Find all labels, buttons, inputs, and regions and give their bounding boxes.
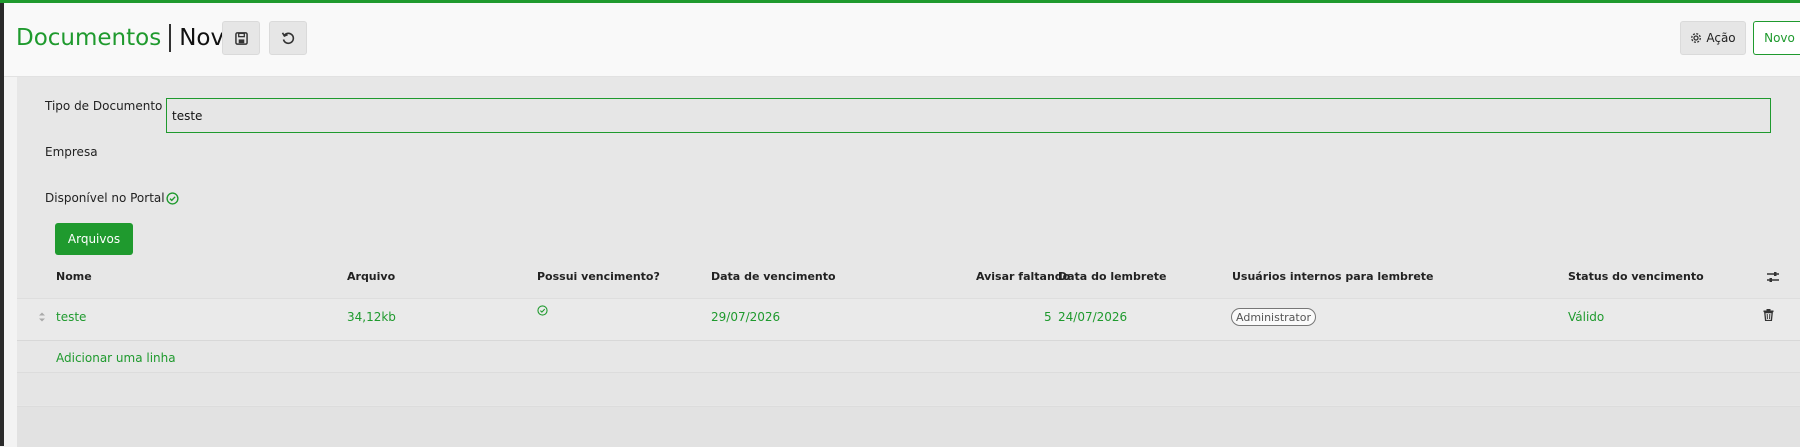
- cell-status[interactable]: Válido: [1568, 310, 1604, 324]
- col-header-usuarios[interactable]: Usuários internos para lembrete: [1232, 270, 1434, 283]
- action-menu-button[interactable]: Ação: [1680, 21, 1746, 55]
- user-tag[interactable]: Administrator: [1231, 308, 1316, 326]
- col-header-status[interactable]: Status do vencimento: [1568, 270, 1704, 283]
- col-header-possui-vencimento[interactable]: Possui vencimento?: [537, 270, 660, 283]
- empty-table-row: [17, 406, 1800, 447]
- new-record-button[interactable]: Novo: [1753, 21, 1800, 55]
- portal-checkbox-check-icon[interactable]: [166, 192, 179, 205]
- col-header-nome[interactable]: Nome: [56, 270, 92, 283]
- tipo-documento-value: teste: [172, 109, 202, 123]
- cell-avisar-faltando[interactable]: 5: [1044, 310, 1052, 324]
- col-header-avisar-faltando[interactable]: Avisar faltando: [976, 270, 1070, 283]
- possui-vencimento-check-icon[interactable]: [537, 305, 548, 316]
- cell-nome[interactable]: teste: [56, 310, 86, 324]
- col-header-data-lembrete[interactable]: Data do lembrete: [1058, 270, 1167, 283]
- tipo-documento-field[interactable]: teste: [166, 98, 1771, 133]
- col-header-data-vencimento[interactable]: Data de vencimento: [711, 270, 836, 283]
- portal-label: Disponível no Portal: [45, 191, 165, 205]
- breadcrumb-separator: [169, 24, 171, 52]
- empresa-label: Empresa: [45, 145, 98, 159]
- tab-arquivos[interactable]: Arquivos: [55, 223, 133, 255]
- add-line-link[interactable]: Adicionar uma linha: [56, 351, 176, 365]
- cell-arquivo[interactable]: 34,12kb: [347, 310, 396, 324]
- col-header-arquivo[interactable]: Arquivo: [347, 270, 395, 283]
- breadcrumb-parent[interactable]: Documentos: [16, 25, 161, 51]
- cell-data-lembrete[interactable]: 24/07/2026: [1058, 310, 1127, 324]
- empty-table-row: [17, 372, 1800, 405]
- save-button[interactable]: [222, 21, 260, 55]
- cell-data-vencimento[interactable]: 29/07/2026: [711, 310, 780, 324]
- drag-handle-icon[interactable]: [38, 311, 46, 323]
- save-icon: [235, 32, 248, 45]
- user-tag-label: Administrator: [1236, 311, 1311, 324]
- tipo-documento-label: Tipo de Documento: [45, 99, 162, 113]
- tab-arquivos-label: Arquivos: [68, 232, 120, 246]
- breadcrumb: Documentos Novo: [16, 20, 238, 56]
- action-menu-label: Ação: [1706, 31, 1735, 45]
- discard-button[interactable]: [269, 21, 307, 55]
- gear-icon: [1690, 32, 1702, 44]
- undo-icon: [281, 31, 295, 45]
- optional-columns-icon[interactable]: [1766, 271, 1780, 283]
- new-record-label: Novo: [1764, 31, 1795, 45]
- trash-icon[interactable]: [1763, 309, 1774, 321]
- control-panel: Documentos Novo Ação Novo: [4, 3, 1800, 77]
- table-row[interactable]: [17, 298, 1800, 341]
